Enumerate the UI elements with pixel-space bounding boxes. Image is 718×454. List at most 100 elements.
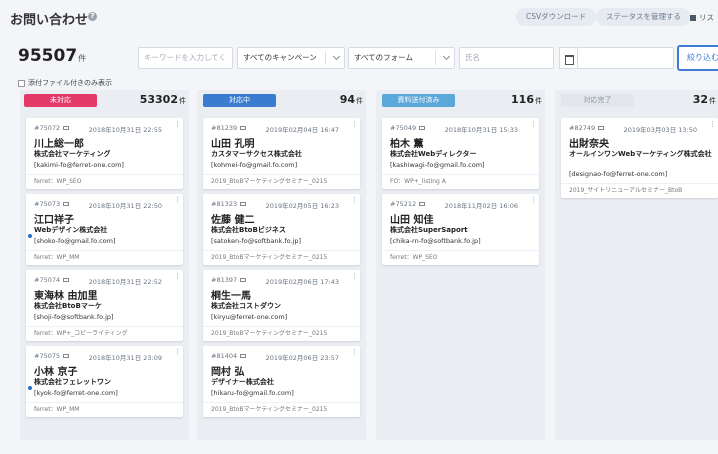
calendar-icon[interactable] — [559, 47, 577, 69]
contact-email: [kiryu@ferret-one.com] — [211, 313, 288, 321]
card-id-value: #81404 — [211, 352, 238, 360]
card-id: #82749 — [569, 124, 605, 132]
card-date: 2019年02月05日 16:23 — [265, 202, 339, 210]
inquiry-card[interactable]: #81239 2019年02月04日 16:47 ⋮ 山田 孔明 カスタマーサク… — [203, 118, 360, 189]
column-in-progress: 対応中 94件 #81239 2019年02月04日 16:47 ⋮ 山田 孔明… — [197, 90, 366, 440]
contact-email: [kakimi-fo@ferret-one.com] — [34, 161, 124, 169]
more-menu-icon[interactable]: ⋮ — [530, 197, 537, 204]
column-count: 53302件 — [140, 93, 186, 106]
source-label: 2019_BtoBマーケティングセミナー_0215 — [203, 174, 360, 189]
company-name: 株式会社Webディレクター — [390, 150, 477, 158]
inquiry-card[interactable]: #81404 2019年02月06日 23:57 ⋮ 岡村 弘 デザイナー株式会… — [203, 346, 360, 417]
manage-status-button[interactable]: ステータスを管理する — [596, 8, 691, 26]
contact-name: 小林 京子 — [34, 367, 78, 378]
contact-name: 東海林 由加里 — [34, 291, 98, 302]
keyword-input[interactable]: キーワードを入力してく — [138, 47, 233, 69]
campaign-select[interactable]: すべてのキャンペーン — [237, 47, 345, 69]
name-input[interactable]: 氏名 — [459, 47, 554, 69]
column-unhandled: 未対応 53302件 #75072 2018年10月31日 22:55 ⋮ 川上… — [20, 90, 189, 440]
more-menu-icon[interactable]: ⋮ — [351, 349, 358, 356]
inquiry-card[interactable]: #81397 2019年02月06日 17:43 ⋮ 桐生一馬 株式会社コストダ… — [203, 270, 360, 341]
more-menu-icon[interactable]: ⋮ — [351, 197, 358, 204]
list-view-label: リス — [699, 13, 714, 22]
card-date: 2019年03月03日 13:50 — [623, 126, 697, 134]
date-input[interactable] — [577, 47, 674, 69]
mail-icon — [240, 354, 247, 358]
column-material-sent: 資料送付済み 116件 #75049 2018年10月31日 15:33 ⋮ 柏… — [376, 90, 545, 440]
mail-icon — [63, 278, 70, 282]
company-name: 株式会社BtoBマーケ — [34, 302, 102, 310]
contact-email: [kohmei-fo@gmail.fo.com] — [211, 161, 298, 169]
csv-download-button[interactable]: CSVダウンロード — [516, 8, 597, 26]
attachment-checkbox[interactable] — [18, 79, 25, 87]
column-count: 116件 — [511, 93, 542, 106]
column-count-unit: 件 — [356, 97, 363, 105]
contact-name: 岡村 弘 — [211, 367, 245, 378]
unread-dot — [28, 386, 32, 390]
list-view-link[interactable]: リス — [690, 12, 714, 23]
contact-name: 柏木 薫 — [390, 139, 424, 150]
attachment-filter[interactable]: 添付ファイル付きのみ表示 — [18, 78, 112, 88]
column-completed: 対応完了 32件 #82749 2019年03月03日 13:50 ⋮ 出財奈央… — [555, 90, 718, 440]
total-count: 95507件 — [18, 46, 86, 66]
card-date: 2018年10月31日 15:33 — [444, 126, 518, 134]
mail-icon — [240, 202, 247, 206]
contact-email: [shoji-fo@softbank.fo.jp] — [34, 313, 114, 321]
inquiry-card[interactable]: #75073 2018年10月31日 22:50 ⋮ 江口祥子 Webデザイン株… — [26, 194, 183, 265]
card-id: #81323 — [211, 200, 247, 208]
mail-icon — [598, 126, 605, 130]
total-unit: 件 — [78, 54, 87, 63]
card-id-value: #82749 — [569, 124, 596, 132]
total-value: 95507 — [18, 46, 78, 66]
mail-icon — [63, 354, 70, 358]
inquiry-card[interactable]: #75212 2018年11月02日 16:06 ⋮ 山田 知佳 株式会社Sup… — [382, 194, 539, 265]
contact-name: 佐藤 健二 — [211, 215, 255, 226]
more-menu-icon[interactable]: ⋮ — [709, 121, 716, 128]
help-icon[interactable]: ? — [88, 12, 97, 21]
column-count-unit: 件 — [179, 97, 186, 105]
contact-name: 出財奈央 — [569, 139, 609, 150]
more-menu-icon[interactable]: ⋮ — [351, 121, 358, 128]
card-date: 2019年02月06日 23:57 — [265, 354, 339, 362]
more-menu-icon[interactable]: ⋮ — [530, 121, 537, 128]
list-icon — [690, 15, 696, 21]
source-label: ferret：WP_SEO — [382, 250, 539, 265]
more-menu-icon[interactable]: ⋮ — [174, 273, 181, 280]
mail-icon — [63, 126, 70, 130]
company-name: 株式会社マーケティング — [34, 150, 111, 158]
more-menu-icon[interactable]: ⋮ — [174, 349, 181, 356]
inquiry-card[interactable]: #82749 2019年03月03日 13:50 ⋮ 出財奈央 オールインワンW… — [561, 118, 718, 198]
contact-name: 桐生一馬 — [211, 291, 251, 302]
source-label: 2019_BtoBマーケティングセミナー_0215 — [203, 250, 360, 265]
inquiry-card[interactable]: #75072 2018年10月31日 22:55 ⋮ 川上総一郎 株式会社マーケ… — [26, 118, 183, 189]
inquiry-card[interactable]: #81323 2019年02月05日 16:23 ⋮ 佐藤 健二 株式会社Bto… — [203, 194, 360, 265]
header: お問い合わせ ? CSVダウンロード ステータスを管理する リス — [0, 0, 718, 34]
source-label: 2019_BtoBマーケティングセミナー_0215 — [203, 402, 360, 417]
inquiry-card[interactable]: #75049 2018年10月31日 15:33 ⋮ 柏木 薫 株式会社Webデ… — [382, 118, 539, 189]
source-label: FO：WP+_listing A — [382, 174, 539, 189]
more-menu-icon[interactable]: ⋮ — [174, 121, 181, 128]
company-name: 株式会社コストダウン — [211, 302, 281, 310]
status-badge: 未対応 — [24, 94, 97, 107]
column-count-value: 53302 — [139, 93, 178, 106]
page-title: お問い合わせ — [10, 13, 89, 28]
filter-button[interactable]: 絞り込む — [677, 45, 718, 71]
card-id-value: #75074 — [34, 276, 61, 284]
campaign-select-value: すべてのキャンペーン — [243, 53, 317, 62]
card-id: #75049 — [390, 124, 426, 132]
source-label: ferret：WP_MM — [26, 402, 183, 417]
more-menu-icon[interactable]: ⋮ — [351, 273, 358, 280]
card-id-value: #81323 — [211, 200, 238, 208]
card-id: #75212 — [390, 200, 426, 208]
inquiry-card[interactable]: #75074 2018年10月31日 22:52 ⋮ 東海林 由加里 株式会社B… — [26, 270, 183, 341]
form-select[interactable]: すべてのフォーム — [348, 47, 455, 69]
card-date: 2018年10月31日 22:50 — [88, 202, 162, 210]
card-id-value: #75212 — [390, 200, 417, 208]
column-count-value: 116 — [511, 93, 534, 106]
more-menu-icon[interactable]: ⋮ — [174, 197, 181, 204]
company-name: 株式会社BtoBビジネス — [211, 226, 286, 234]
mail-icon — [419, 126, 426, 130]
column-count-value: 94 — [339, 93, 355, 106]
select-divider — [435, 51, 436, 65]
inquiry-card[interactable]: #75075 2018年10月31日 23:09 ⋮ 小林 京子 株式会社フェレ… — [26, 346, 183, 417]
